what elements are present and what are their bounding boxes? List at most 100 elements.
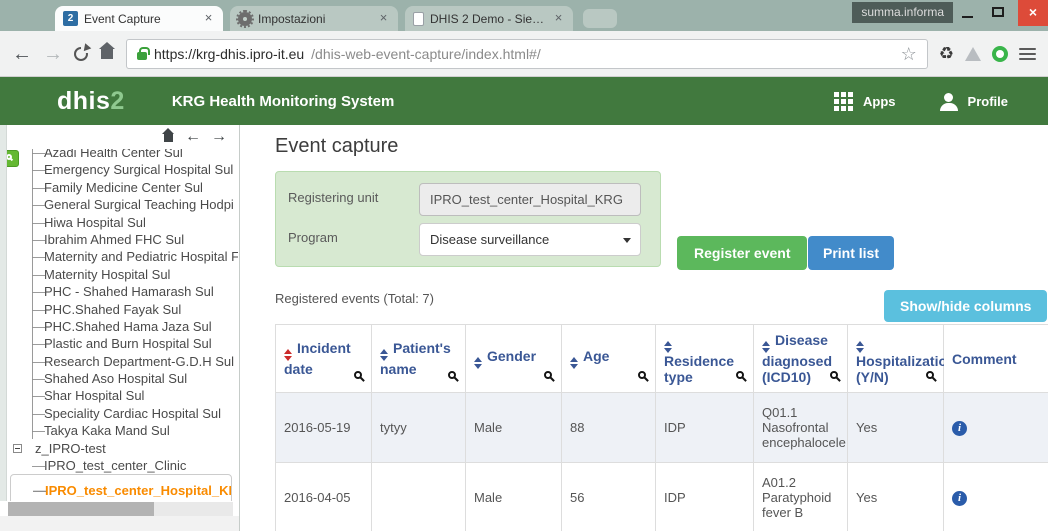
- maximize-button[interactable]: [984, 0, 1012, 25]
- org-unit-tree-item[interactable]: Shar Hospital Sul: [10, 387, 238, 404]
- registered-events-total: (Total: 7): [383, 291, 434, 306]
- search-icon[interactable]: [830, 371, 838, 379]
- scrollbar-thumb[interactable]: [8, 502, 154, 516]
- browser-tab[interactable]: 2 Event Capture: [55, 6, 223, 31]
- print-list-button[interactable]: Print list: [808, 236, 894, 270]
- apps-menu[interactable]: Apps: [834, 92, 896, 111]
- org-unit-tree-item[interactable]: Family Medicine Center Sul: [10, 179, 238, 196]
- browser-tab[interactable]: Impostazioni: [230, 6, 398, 31]
- org-unit-tree-item[interactable]: Shahed Aso Hospital Sul: [10, 370, 238, 387]
- org-unit-tree-item[interactable]: Ibrahim Ahmed FHC Sul: [10, 231, 238, 248]
- info-icon[interactable]: [952, 491, 967, 506]
- search-icon[interactable]: [638, 371, 646, 379]
- drive-triangle-icon[interactable]: [965, 47, 981, 61]
- column-header[interactable]: Gender: [466, 325, 562, 393]
- dhis2-logo[interactable]: dhis2: [57, 87, 125, 116]
- org-unit-tree-item[interactable]: IPRO_test_center_Clinic: [10, 457, 238, 474]
- column-header[interactable]: Residence type: [656, 325, 754, 393]
- comment-cell: [944, 463, 1048, 532]
- org-unit-tree-item[interactable]: Hiwa Hospital Sul: [10, 214, 238, 231]
- org-unit-tree-item[interactable]: z_IPRO-test: [10, 440, 238, 457]
- org-unit-tree-item[interactable]: Maternity and Pediatric Hospital F: [10, 248, 238, 265]
- column-label: Incident date: [284, 340, 351, 377]
- sidebar-back-arrow-icon[interactable]: [185, 129, 201, 145]
- minimize-button[interactable]: [954, 0, 982, 25]
- registered-events-label: Registered events: [275, 291, 380, 306]
- tab-close-icon[interactable]: [552, 12, 565, 25]
- org-unit-tree-item[interactable]: Research Department-G.D.H Sul: [10, 353, 238, 370]
- close-button[interactable]: [1018, 0, 1048, 26]
- column-header[interactable]: Age: [562, 325, 656, 393]
- dhis2-square-icon: 2: [63, 11, 78, 26]
- app-title: KRG Health Monitoring System: [172, 93, 395, 110]
- org-unit-tree-item[interactable]: PHC.Shahed Hama Jaza Sul: [10, 318, 238, 335]
- org-unit-tree-item[interactable]: Plastic and Burn Hospital Sul: [10, 335, 238, 352]
- gear-icon: [238, 12, 252, 26]
- menu-icon[interactable]: [1019, 48, 1036, 60]
- tab-title: Impostazioni: [258, 12, 373, 26]
- show-hide-columns-button[interactable]: Show/hide columns: [884, 290, 1047, 322]
- org-unit-tree-item[interactable]: Speciality Cardiac Hospital Sul: [10, 405, 238, 422]
- recycle-extension-icon[interactable]: [939, 45, 954, 62]
- browser-toolbar: https://krg-dhis.ipro-it.eu /dhis-web-ev…: [0, 31, 1048, 77]
- column-header[interactable]: Hospitalization (Y/N): [848, 325, 944, 393]
- url-host: https://krg-dhis.ipro-it.eu: [154, 46, 304, 62]
- info-icon[interactable]: [952, 421, 967, 436]
- address-bar[interactable]: https://krg-dhis.ipro-it.eu /dhis-web-ev…: [126, 39, 928, 69]
- column-label: Comment: [952, 351, 1017, 367]
- sidebar-vertical-scrollbar[interactable]: [0, 125, 7, 501]
- search-icon[interactable]: [544, 371, 552, 379]
- profile-label: Profile: [968, 94, 1008, 109]
- org-unit-label: IPRO_test_center_Clinic: [44, 458, 186, 473]
- table-cell: 56: [562, 463, 656, 532]
- sort-icon[interactable]: [762, 341, 770, 353]
- back-arrow-icon[interactable]: [12, 44, 32, 64]
- reload-icon[interactable]: [74, 47, 88, 61]
- org-unit-tree-item[interactable]: IPRO_test_center_Hospital_KRG: [10, 474, 232, 501]
- sort-icon[interactable]: [570, 357, 578, 369]
- registration-panel: Registering unit Program Disease surveil…: [275, 171, 661, 267]
- sidebar-home-icon[interactable]: [162, 134, 175, 145]
- registering-unit-input[interactable]: [419, 183, 641, 216]
- sort-icon[interactable]: [474, 357, 482, 369]
- search-icon[interactable]: [736, 371, 744, 379]
- sidebar-horizontal-scrollbar[interactable]: [8, 502, 233, 516]
- profile-menu[interactable]: Profile: [940, 93, 1008, 110]
- sort-icon[interactable]: [856, 341, 864, 353]
- search-icon[interactable]: [448, 371, 456, 379]
- table-row[interactable]: 2016-05-19tytyyMale88IDPQ01.1 Nasofronta…: [276, 393, 1048, 463]
- sidebar-forward-arrow-icon[interactable]: [211, 129, 227, 145]
- search-icon[interactable]: [926, 371, 934, 379]
- new-tab-button[interactable]: [583, 9, 617, 28]
- org-unit-tree-item[interactable]: PHC.Shahed Fayak Sul: [10, 301, 238, 318]
- collapse-icon[interactable]: [13, 444, 22, 453]
- events-table: Incident date Patient's name Gender AgeResi…: [275, 324, 1048, 531]
- column-header[interactable]: Patient's name: [372, 325, 466, 393]
- column-header[interactable]: Disease diagnosed (ICD10): [754, 325, 848, 393]
- sort-icon[interactable]: [664, 341, 672, 353]
- tab-close-icon[interactable]: [202, 12, 215, 25]
- sort-icon[interactable]: [380, 349, 388, 361]
- org-unit-label: PHC - Shahed Hamarash Sul: [44, 284, 214, 299]
- document-icon: [413, 12, 424, 26]
- sort-icon[interactable]: [284, 349, 292, 361]
- org-unit-label: General Surgical Teaching Hodpi: [44, 197, 234, 212]
- column-label: Gender: [487, 348, 536, 364]
- org-unit-tree-item[interactable]: General Surgical Teaching Hodpi: [10, 196, 238, 213]
- org-unit-tree-item[interactable]: Azadi Health Center Sul: [10, 149, 238, 161]
- org-unit-tree-item[interactable]: PHC - Shahed Hamarash Sul: [10, 283, 238, 300]
- org-unit-tree-item[interactable]: Maternity Hospital Sul: [10, 266, 238, 283]
- green-circle-extension-icon[interactable]: [992, 46, 1008, 62]
- browser-tab[interactable]: DHIS 2 Demo - Sierra Leo: [405, 6, 573, 31]
- org-unit-tree-item[interactable]: Emergency Surgical Hospital Sul: [10, 161, 238, 178]
- table-row[interactable]: 2016-04-05Male56IDPA01.2 Paratyphoid fev…: [276, 463, 1048, 532]
- org-unit-tree-item[interactable]: Takya Kaka Mand Sul: [10, 422, 238, 439]
- register-event-button[interactable]: Register event: [677, 236, 807, 270]
- column-header[interactable]: Incident date: [276, 325, 372, 393]
- tab-close-icon[interactable]: [377, 12, 390, 25]
- bookmark-star-icon[interactable]: [901, 45, 917, 63]
- search-icon[interactable]: [354, 371, 362, 379]
- forward-arrow-icon[interactable]: [43, 44, 63, 64]
- home-icon[interactable]: [99, 49, 115, 63]
- program-select[interactable]: Disease surveillance: [419, 223, 641, 256]
